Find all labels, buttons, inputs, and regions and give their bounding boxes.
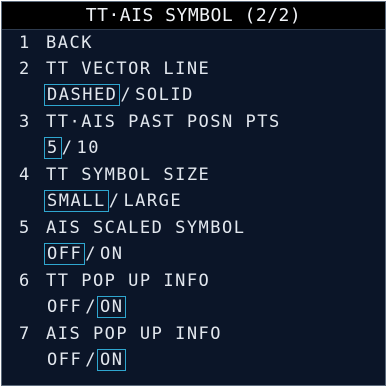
option-off[interactable]: OFF <box>44 243 86 265</box>
menu-item-number: 5 <box>19 218 31 238</box>
menu-item-label: TT SYMBOL SIZE <box>46 165 211 185</box>
option-separator: / <box>85 244 97 264</box>
menu-item-tt-symbol-size[interactable]: 4 TT SYMBOL SIZE <box>2 162 385 188</box>
option-separator: / <box>120 85 133 105</box>
option-separator: / <box>85 297 97 317</box>
ais-pop-up-info-options: OFF / ON <box>2 347 385 374</box>
tt-vector-line-options: DASHED / SOLID <box>2 82 385 109</box>
menu-item-back[interactable]: 1 BACK <box>2 30 385 56</box>
menu-item-label: TT VECTOR LINE <box>46 59 211 79</box>
menu-item-number: 7 <box>19 324 31 344</box>
option-small[interactable]: SMALL <box>44 190 109 212</box>
option-off[interactable]: OFF <box>44 296 85 318</box>
menu-item-number: 2 <box>19 59 31 79</box>
option-off[interactable]: OFF <box>44 349 85 371</box>
option-large[interactable]: LARGE <box>120 190 185 212</box>
menu-item-label: TT·AIS PAST POSN PTS <box>46 112 281 132</box>
menu-item-tt-pop-up-info[interactable]: 6 TT POP UP INFO <box>2 268 385 294</box>
menu-list: 1 BACK 2 TT VECTOR LINE DASHED / SOLID 3 T… <box>2 30 385 374</box>
option-separator: / <box>108 191 121 211</box>
menu-item-number: 1 <box>19 33 31 53</box>
menu-item-label: AIS SCALED SYMBOL <box>46 218 246 238</box>
option-on[interactable]: ON <box>97 243 126 265</box>
option-on[interactable]: ON <box>96 296 127 318</box>
option-separator: / <box>61 138 74 158</box>
menu-item-label: AIS POP UP INFO <box>46 324 223 344</box>
past-posn-pts-options: 5/10 <box>2 135 385 162</box>
tt-pop-up-info-options: OFF / ON <box>2 294 385 321</box>
menu-item-number: 3 <box>19 112 31 132</box>
option-dashed[interactable]: DASHED <box>44 84 121 106</box>
tt-symbol-size-options: SMALL / LARGE <box>2 188 385 215</box>
menu-item-number: 6 <box>19 271 31 291</box>
menu-title: TT·AIS SYMBOL (2/2) <box>2 2 385 30</box>
menu-item-label: BACK <box>46 33 93 53</box>
option-separator: / <box>85 350 97 370</box>
menu-item-number: 4 <box>19 165 31 185</box>
option-solid[interactable]: SOLID <box>132 84 197 106</box>
menu-item-label: TT POP UP INFO <box>46 271 211 291</box>
menu-item-tt-vector-line[interactable]: 2 TT VECTOR LINE <box>2 56 385 82</box>
option-10[interactable]: 10 <box>74 137 103 159</box>
menu-item-ais-scaled-symbol[interactable]: 5 AIS SCALED SYMBOL <box>2 215 385 241</box>
option-5[interactable]: 5 <box>44 137 62 159</box>
tt-ais-symbol-menu-panel: TT·AIS SYMBOL (2/2) 1 BACK 2 TT VECTOR L… <box>1 1 386 386</box>
option-on[interactable]: ON <box>96 349 127 371</box>
menu-item-ais-pop-up-info[interactable]: 7 AIS POP UP INFO <box>2 321 385 347</box>
ais-scaled-symbol-options: OFF / ON <box>2 241 385 268</box>
menu-item-tt-ais-past-posn-pts[interactable]: 3 TT·AIS PAST POSN PTS <box>2 109 385 135</box>
